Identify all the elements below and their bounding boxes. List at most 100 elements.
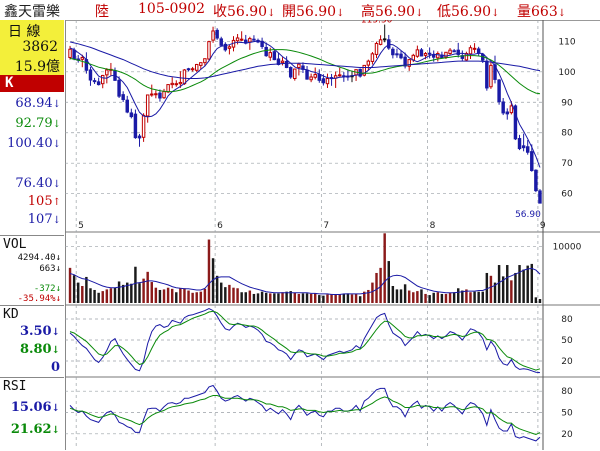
candle-body [150, 93, 154, 96]
candle-body [452, 50, 456, 53]
volume-bar [448, 292, 452, 303]
volume-bar [252, 293, 256, 303]
volume-bar [121, 284, 125, 303]
indicator-sidebar: 日 線 3862 15.9億 K 68.94↓ 92.79↓ 100.40↓ 7… [0, 20, 66, 450]
candle-body [485, 60, 489, 89]
volume-bar [113, 287, 117, 303]
vol-value-3: -372↓ [33, 284, 61, 294]
candle-body [145, 94, 150, 117]
volume-bar [358, 296, 362, 303]
volume-bar [534, 297, 538, 303]
volume-bar [183, 288, 186, 303]
volume-bar [101, 291, 104, 303]
month-label: 9 [540, 221, 546, 231]
candle-body [121, 94, 125, 101]
volume-bar [224, 287, 227, 303]
candle-body [288, 67, 293, 78]
candle-body [382, 38, 387, 41]
candle-body [215, 29, 219, 39]
volume-bar [375, 272, 378, 303]
candle-body [419, 49, 424, 57]
volume-bar [228, 284, 231, 303]
candle-body [129, 112, 134, 118]
candle-body [203, 58, 207, 64]
volume-bar [428, 295, 431, 303]
candle-body [68, 48, 72, 58]
volume-bar [318, 295, 321, 303]
volume-bar [281, 292, 284, 303]
candle-body [280, 60, 285, 64]
volume-bar [215, 275, 219, 303]
candle-body [133, 113, 138, 139]
candle-body [505, 111, 509, 115]
high-price: 高56.90↓ [361, 4, 424, 20]
stock-name: 鑫天雷樂 [4, 4, 60, 20]
month-label: 6 [217, 221, 223, 231]
candle-body [207, 41, 211, 60]
volume-bar [130, 283, 133, 303]
candle-body [72, 49, 76, 60]
candle-body [338, 74, 342, 77]
volume-bar [264, 292, 268, 303]
rsi-tick-label: 50 [561, 409, 573, 419]
candle-body [199, 62, 203, 66]
candle-body [166, 84, 170, 93]
candle-body [158, 92, 162, 99]
volume-bar [269, 293, 272, 303]
kd-tick-label: 80 [561, 315, 573, 325]
volume-bar [489, 275, 493, 303]
volume-bar [371, 282, 374, 303]
candle-body [174, 83, 179, 86]
kd-tick-label: 50 [561, 336, 573, 346]
volume-bar [326, 294, 329, 303]
candle-body [395, 53, 399, 56]
candle-body [313, 74, 317, 78]
volume-bar [342, 293, 346, 303]
volume-bar [285, 291, 288, 303]
ma-mid-value: 92.79↓ [15, 116, 61, 131]
volume-bar [260, 291, 264, 303]
price-line-1: 76.40↓ [15, 176, 61, 191]
volume-bar [440, 293, 444, 303]
volume-bar [538, 299, 542, 303]
volume-bar [305, 293, 309, 303]
month-label: 5 [78, 221, 84, 231]
price-tick-label: 80 [561, 129, 573, 139]
candle-body [264, 46, 268, 57]
candle-body [154, 93, 158, 96]
volume-bar [383, 233, 386, 303]
candle-body [476, 48, 481, 54]
volume-bar [436, 292, 440, 303]
volume-bar [248, 290, 252, 303]
open-price: 開56.90↓ [282, 4, 345, 20]
volume-bar [195, 292, 198, 303]
close-price: 收56.90↓ [213, 4, 276, 20]
volume-bar [301, 293, 305, 303]
volume-bar [403, 284, 407, 303]
volume-bar [240, 292, 243, 303]
volume-bar [514, 272, 517, 303]
candle-body [293, 68, 297, 79]
main-label: K [5, 75, 14, 91]
price-annotation: 115.50 [361, 20, 393, 26]
candle-body [321, 78, 326, 84]
candle-body [431, 54, 436, 58]
candle-body [391, 48, 395, 56]
candle-body [472, 47, 477, 50]
candle-body [194, 63, 199, 71]
low-price: 低56.90↓ [437, 4, 500, 20]
volume-bar [207, 239, 211, 303]
candle-body [268, 52, 272, 58]
candle-body [137, 135, 142, 139]
candle-body [227, 46, 232, 49]
volume-bar [530, 263, 534, 303]
candle-body [248, 38, 252, 43]
candle-body [272, 51, 277, 61]
volume-bar [334, 294, 337, 303]
candle-body [101, 74, 105, 85]
candle-body [284, 60, 289, 69]
volume-bar [203, 288, 207, 303]
candle-body [178, 81, 183, 85]
trade-status: 陸 [95, 4, 109, 20]
price-line-2: 105↑ [27, 194, 61, 209]
